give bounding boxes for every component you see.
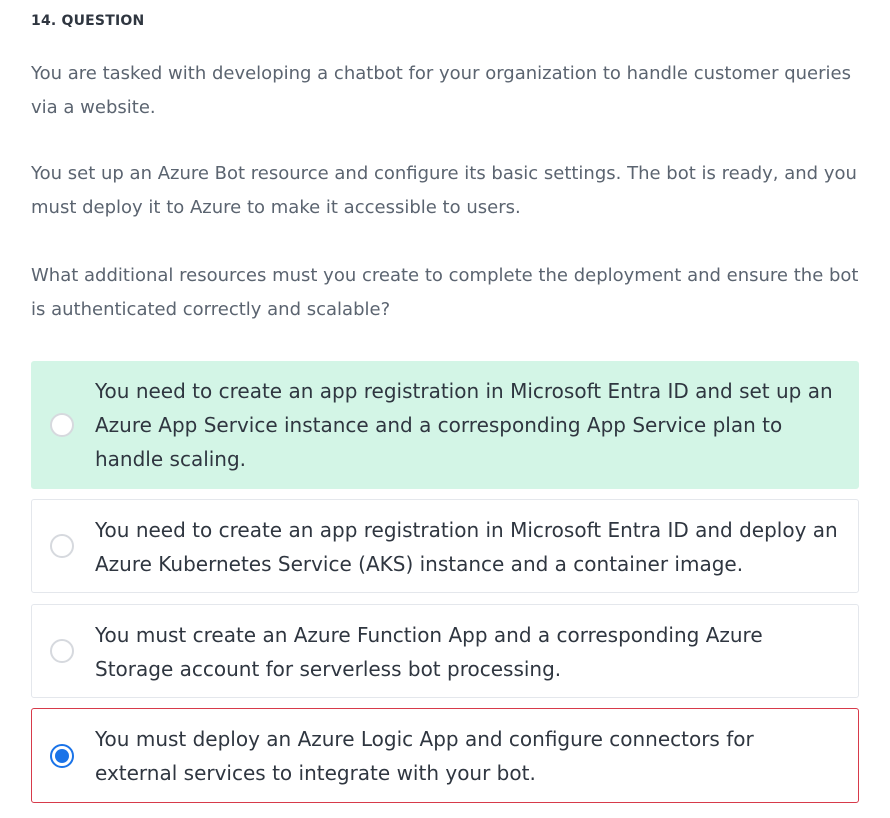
answer-option-correct[interactable]: You need to create an app registration i… [31,361,859,489]
question-paragraph: You set up an Azure Bot resource and con… [31,163,857,218]
radio-button[interactable] [50,534,74,558]
radio-button[interactable] [50,639,74,663]
answer-option-text: You must deploy an Azure Logic App and c… [95,727,754,785]
question-paragraph: What additional resources must you creat… [31,265,859,320]
question-panel: 14. QUESTION You are tasked with develop… [0,0,890,818]
answer-option[interactable]: You need to create an app registration i… [31,499,859,593]
question-number: 14. QUESTION [31,13,145,29]
answer-option-selected-incorrect[interactable]: You must deploy an Azure Logic App and c… [31,708,859,803]
answer-option[interactable]: You must create an Azure Function App an… [31,604,859,698]
answer-option-text: You must create an Azure Function App an… [95,623,763,681]
answer-option-text: You need to create an app registration i… [95,518,838,576]
answer-option-text: You need to create an app registration i… [95,379,833,471]
question-paragraph: You are tasked with developing a chatbot… [31,63,851,118]
radio-button-selected[interactable] [50,743,74,768]
radio-button[interactable] [50,413,74,437]
